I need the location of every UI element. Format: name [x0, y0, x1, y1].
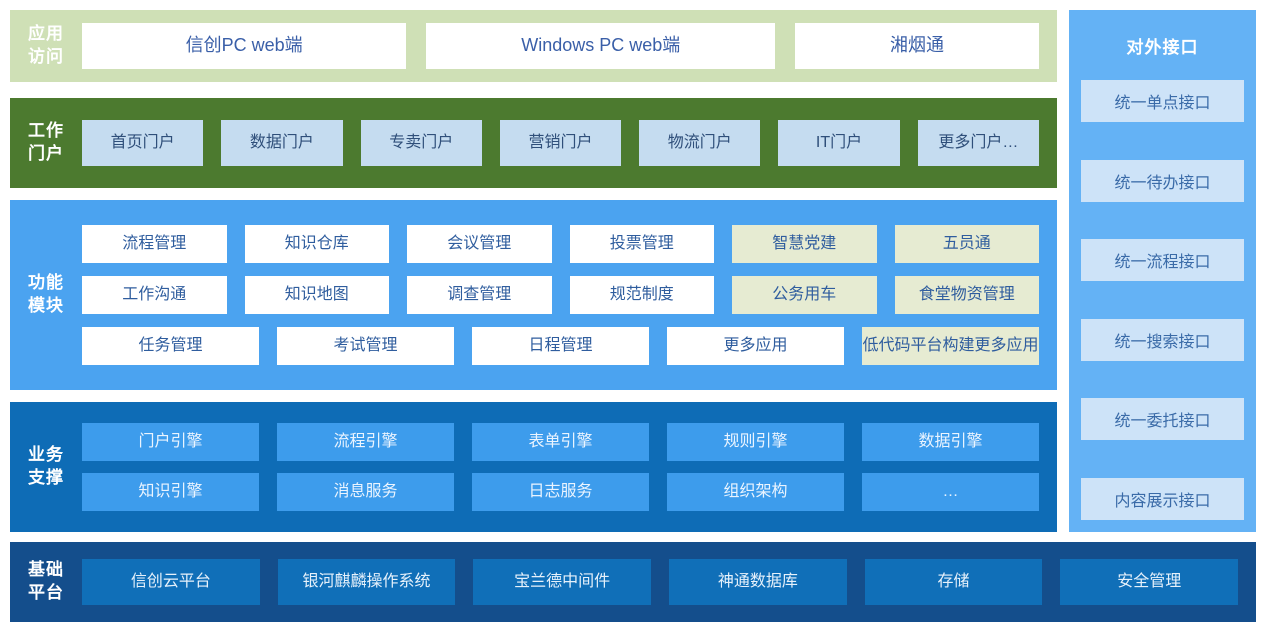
function-module-card-0-4[interactable]: 智慧党建: [732, 225, 877, 263]
work-portal-card-5[interactable]: IT门户: [778, 120, 900, 166]
function-module-card-0-1[interactable]: 知识仓库: [244, 225, 389, 263]
external-interface-item-3[interactable]: 统一搜索接口: [1081, 318, 1244, 361]
function-module-card-2-1[interactable]: 考试管理: [277, 327, 454, 365]
function-module-card-0-3[interactable]: 投票管理: [569, 225, 714, 263]
external-interface-item-2[interactable]: 统一流程接口: [1081, 239, 1244, 282]
function-modules-row-1: 工作沟通 知识地图 调查管理 规范制度 公务用车 食堂物资管理: [82, 276, 1039, 314]
external-interface-item-4[interactable]: 统一委托接口: [1081, 398, 1244, 441]
business-support-card-1-0[interactable]: 知识引擎: [82, 473, 259, 511]
base-platform-card-2[interactable]: 宝兰德中间件: [473, 559, 652, 605]
layer-business-support: 业务 支撑 门户引擎 流程引擎 表单引擎 规则引擎 数据引擎 知识引擎 消息服务…: [10, 402, 1057, 532]
function-modules-grid: 流程管理 知识仓库 会议管理 投票管理 智慧党建 五员通 工作沟通 知识地图 调…: [82, 225, 1057, 365]
business-support-card-1-3[interactable]: 组织架构: [667, 473, 844, 511]
layer-function-modules: 功能 模块 流程管理 知识仓库 会议管理 投票管理 智慧党建 五员通 工作沟通 …: [10, 200, 1057, 390]
work-portal-card-2[interactable]: 专卖门户: [360, 120, 482, 166]
layer-base-platform: 基础 平台 信创云平台 银河麒麟操作系统 宝兰德中间件 神通数据库 存储 安全管…: [10, 542, 1256, 622]
business-support-card-0-3[interactable]: 规则引擎: [667, 423, 844, 461]
layer-label-work-portal: 工作 门户: [28, 121, 64, 163]
base-platform-card-list: 信创云平台 银河麒麟操作系统 宝兰德中间件 神通数据库 存储 安全管理: [82, 559, 1256, 605]
work-portal-card-list: 首页门户 数据门户 专卖门户 营销门户 物流门户 IT门户 更多门户…: [82, 120, 1057, 166]
layer-label-business-support: 业务 支撑: [28, 445, 64, 487]
function-module-card-2-3[interactable]: 更多应用: [667, 327, 844, 365]
function-modules-row-0: 流程管理 知识仓库 会议管理 投票管理 智慧党建 五员通: [82, 225, 1039, 263]
work-portal-card-4[interactable]: 物流门户: [639, 120, 761, 166]
function-module-card-1-4[interactable]: 公务用车: [732, 276, 877, 314]
layer-label-application-access: 应用 访问: [28, 24, 64, 66]
app-access-card-0[interactable]: 信创PC web端: [82, 23, 407, 69]
function-module-card-1-0[interactable]: 工作沟通: [82, 276, 227, 314]
layer-label-base-platform: 基础 平台: [28, 560, 64, 602]
business-support-card-0-2[interactable]: 表单引擎: [472, 423, 649, 461]
business-support-card-0-4[interactable]: 数据引擎: [862, 423, 1039, 461]
external-interface-item-0[interactable]: 统一单点接口: [1081, 80, 1244, 122]
function-module-card-1-3[interactable]: 规范制度: [569, 276, 714, 314]
layer-work-portal: 工作 门户 首页门户 数据门户 专卖门户 营销门户 物流门户 IT门户 更多门户…: [10, 98, 1057, 188]
function-modules-row-2: 任务管理 考试管理 日程管理 更多应用 低代码平台构建更多应用: [82, 327, 1039, 365]
app-access-card-2[interactable]: 湘烟通: [795, 23, 1039, 69]
external-interfaces-panel: 对外接口 统一单点接口 统一待办接口 统一流程接口 统一搜索接口 统一委托接口 …: [1069, 10, 1256, 532]
business-support-card-1-4[interactable]: …: [862, 473, 1039, 511]
function-module-card-2-2[interactable]: 日程管理: [472, 327, 649, 365]
application-access-card-list: 信创PC web端 Windows PC web端 湘烟通: [82, 23, 1057, 69]
function-module-card-1-1[interactable]: 知识地图: [244, 276, 389, 314]
function-module-card-0-2[interactable]: 会议管理: [407, 225, 552, 263]
work-portal-card-3[interactable]: 营销门户: [499, 120, 622, 166]
external-interfaces-title: 对外接口: [1126, 37, 1199, 57]
work-portal-card-0[interactable]: 首页门户: [82, 120, 204, 166]
external-interfaces-list: 统一单点接口 统一待办接口 统一流程接口 统一搜索接口 统一委托接口 内容展示接…: [1081, 80, 1244, 532]
function-module-card-1-2[interactable]: 调查管理: [407, 276, 552, 314]
base-platform-card-1[interactable]: 银河麒麟操作系统: [277, 559, 456, 605]
function-module-card-2-4[interactable]: 低代码平台构建更多应用: [862, 327, 1039, 365]
base-platform-card-3[interactable]: 神通数据库: [669, 559, 847, 605]
architecture-diagram: 应用 访问 信创PC web端 Windows PC web端 湘烟通 工作 门…: [0, 0, 1266, 632]
app-access-card-1[interactable]: Windows PC web端: [426, 23, 776, 69]
business-support-card-0-1[interactable]: 流程引擎: [277, 423, 454, 461]
function-module-card-2-0[interactable]: 任务管理: [82, 327, 259, 365]
business-support-row-0: 门户引擎 流程引擎 表单引擎 规则引擎 数据引擎: [82, 423, 1039, 461]
business-support-card-1-1[interactable]: 消息服务: [277, 473, 454, 511]
external-interface-item-1[interactable]: 统一待办接口: [1081, 159, 1244, 202]
layer-label-function-modules: 功能 模块: [28, 273, 64, 315]
function-module-card-0-5[interactable]: 五员通: [894, 225, 1039, 263]
business-support-card-1-2[interactable]: 日志服务: [472, 473, 649, 511]
function-module-card-0-0[interactable]: 流程管理: [82, 225, 227, 263]
base-platform-card-0[interactable]: 信创云平台: [82, 559, 260, 605]
business-support-row-1: 知识引擎 消息服务 日志服务 组织架构 …: [82, 473, 1039, 511]
external-interface-item-5[interactable]: 内容展示接口: [1081, 477, 1244, 520]
business-support-card-0-0[interactable]: 门户引擎: [82, 423, 259, 461]
base-platform-card-4[interactable]: 存储: [864, 559, 1043, 605]
layer-application-access: 应用 访问 信创PC web端 Windows PC web端 湘烟通: [10, 10, 1057, 82]
work-portal-card-1[interactable]: 数据门户: [221, 120, 343, 166]
business-support-grid: 门户引擎 流程引擎 表单引擎 规则引擎 数据引擎 知识引擎 消息服务 日志服务 …: [82, 423, 1057, 511]
base-platform-card-5[interactable]: 安全管理: [1060, 559, 1239, 605]
work-portal-card-6[interactable]: 更多门户…: [917, 120, 1039, 166]
function-module-card-1-5[interactable]: 食堂物资管理: [894, 276, 1039, 314]
